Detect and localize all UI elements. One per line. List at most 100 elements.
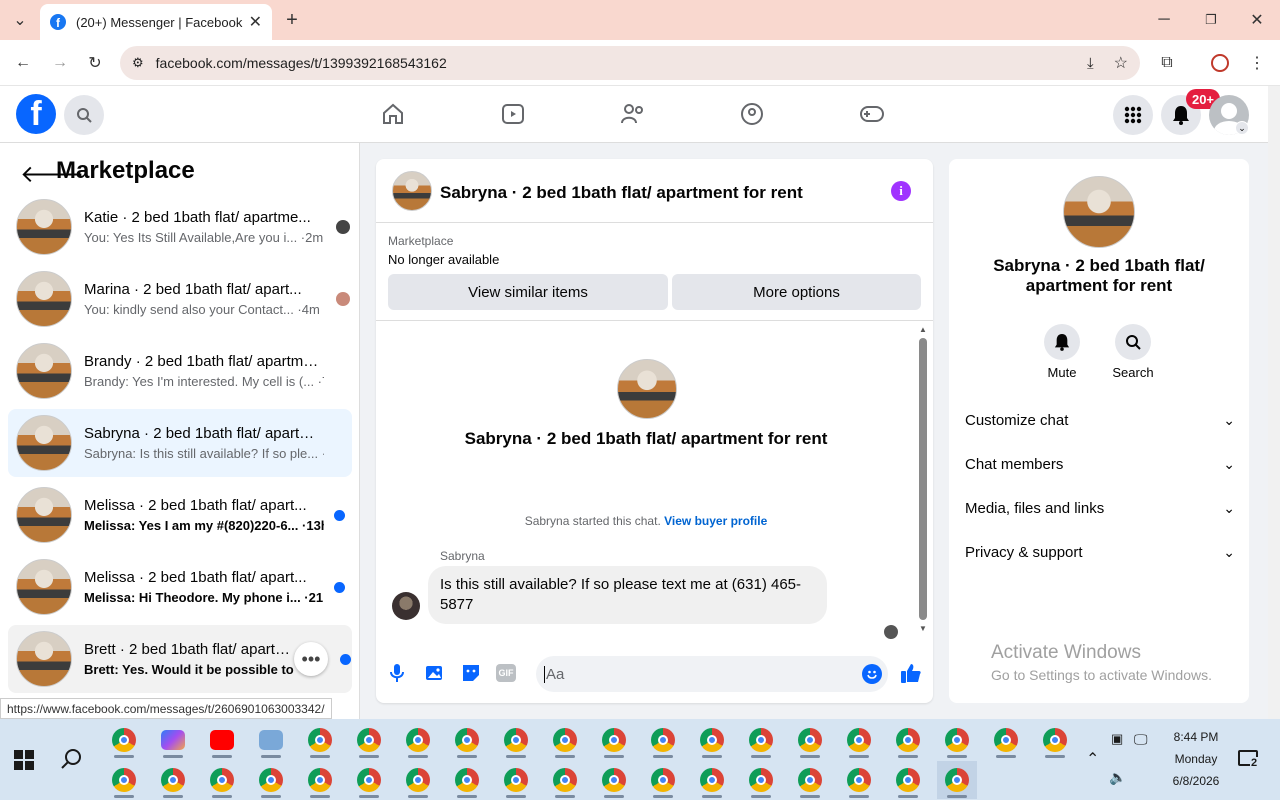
chrome-taskbar-icon[interactable]: [300, 721, 340, 759]
profile-icon[interactable]: [1211, 54, 1229, 72]
reload-icon[interactable]: ↻: [81, 49, 109, 77]
chrome-taskbar-icon[interactable]: [349, 721, 389, 759]
search-label[interactable]: Search: [1103, 365, 1163, 380]
search-conversation-icon[interactable]: [1115, 324, 1151, 360]
thumbs-up-icon[interactable]: [900, 662, 922, 689]
menu-grid-icon[interactable]: [1113, 95, 1153, 135]
chrome-taskbar-icon[interactable]: [447, 721, 487, 759]
chrome-taskbar-icon[interactable]: [545, 761, 585, 799]
chrome-taskbar-icon[interactable]: [986, 721, 1026, 759]
chrome-taskbar-icon[interactable]: [300, 761, 340, 799]
close-window-icon[interactable]: ✕: [1243, 6, 1271, 34]
view-similar-items-button[interactable]: View similar items: [388, 274, 668, 310]
chrome-taskbar-icon[interactable]: [937, 721, 977, 759]
chrome-taskbar-icon[interactable]: [594, 721, 634, 759]
forward-arrow-icon[interactable]: →: [46, 49, 74, 77]
chrome-taskbar-icon[interactable]: [692, 721, 732, 759]
browser-tab[interactable]: f (20+) Messenger | Facebook ✕: [40, 4, 272, 40]
chrome-taskbar-icon[interactable]: [643, 761, 683, 799]
chrome-taskbar-icon[interactable]: [839, 721, 879, 759]
tab-close-icon[interactable]: ✕: [249, 12, 262, 32]
chrome-taskbar-icon[interactable]: [741, 761, 781, 799]
chrome-taskbar-icon[interactable]: [888, 721, 928, 759]
conversation-item[interactable]: Katie · 2 bed 1bath flat/ apartme... You:…: [8, 193, 352, 261]
mute-bell-icon[interactable]: [1044, 324, 1080, 360]
friends-icon[interactable]: [618, 99, 648, 129]
page-scrollbar[interactable]: [1268, 86, 1280, 719]
conversation-item-selected[interactable]: Sabryna · 2 bed 1bath flat/ apartm... Sab…: [8, 409, 352, 477]
chat-listing-thumbnail[interactable]: [392, 171, 432, 211]
home-icon[interactable]: [378, 99, 408, 129]
copilot-icon[interactable]: [153, 721, 193, 759]
emoji-icon[interactable]: [862, 664, 882, 684]
microphone-icon[interactable]: [390, 663, 408, 685]
conversation-item[interactable]: Melissa · 2 bed 1bath flat/ apart... Meli…: [8, 481, 352, 549]
chrome-taskbar-icon[interactable]: [839, 761, 879, 799]
tab-list-chevron-icon[interactable]: ⌄: [6, 6, 34, 34]
url-bar[interactable]: ⚙ facebook.com/messages/t/13993921685431…: [120, 46, 1140, 80]
conversation-item[interactable]: Marina · 2 bed 1bath flat/ apart... You: …: [8, 265, 352, 333]
conversation-item[interactable]: Brandy · 2 bed 1bath flat/ apartme... Bra…: [8, 337, 352, 405]
chrome-taskbar-icon[interactable]: [545, 721, 585, 759]
chrome-taskbar-icon[interactable]: [1035, 721, 1075, 759]
clock-day[interactable]: Monday: [1160, 752, 1232, 766]
chrome-taskbar-icon[interactable]: [202, 761, 242, 799]
photo-attach-icon[interactable]: [425, 663, 445, 688]
gaming-icon[interactable]: [857, 99, 887, 129]
chrome-taskbar-icon[interactable]: [594, 761, 634, 799]
chrome-taskbar-icon[interactable]: [496, 761, 536, 799]
facebook-logo[interactable]: f: [16, 94, 56, 134]
chat-title[interactable]: Sabryna · 2 bed 1bath flat/ apartment fo…: [440, 183, 803, 203]
site-info-icon[interactable]: ⚙: [132, 55, 144, 71]
paint-app-icon[interactable]: [251, 721, 291, 759]
chrome-taskbar-icon[interactable]: [937, 761, 977, 799]
conversation-item[interactable]: Brett · 2 bed 1bath flat/ apartm... Brett…: [8, 625, 352, 693]
chrome-taskbar-icon[interactable]: [447, 761, 487, 799]
more-options-button[interactable]: More options: [672, 274, 921, 310]
chrome-taskbar-icon[interactable]: [888, 761, 928, 799]
youtube-icon[interactable]: [202, 721, 242, 759]
chrome-taskbar-icon[interactable]: [104, 761, 144, 799]
clock-time[interactable]: 8:44 PM: [1160, 730, 1232, 744]
chrome-taskbar-icon[interactable]: [398, 761, 438, 799]
taskbar-search-icon[interactable]: [60, 747, 84, 776]
account-chevron-icon[interactable]: ⌄: [1235, 121, 1249, 135]
customize-chat-section[interactable]: Customize chat ⌄: [965, 398, 1235, 442]
windows-start-icon[interactable]: [14, 750, 34, 770]
chrome-taskbar-icon[interactable]: [741, 721, 781, 759]
details-listing-thumbnail[interactable]: [1063, 176, 1135, 248]
chrome-taskbar-icon[interactable]: [496, 721, 536, 759]
tray-expand-chevron-icon[interactable]: ⌃: [1086, 749, 1099, 769]
bookmark-star-icon[interactable]: ☆: [1114, 53, 1128, 73]
network-icon[interactable]: 🖵: [1134, 731, 1148, 748]
minimize-window-icon[interactable]: ─: [1150, 6, 1178, 34]
info-icon[interactable]: i: [891, 181, 911, 201]
privacy-support-section[interactable]: Privacy & support ⌄: [965, 530, 1235, 574]
chrome-taskbar-icon[interactable]: [692, 761, 732, 799]
chrome-taskbar-icon[interactable]: [153, 761, 193, 799]
sticker-icon[interactable]: [461, 663, 481, 688]
chrome-taskbar-icon[interactable]: [790, 721, 830, 759]
groups-icon[interactable]: [737, 99, 767, 129]
browser-menu-icon[interactable]: ⋮: [1243, 49, 1271, 77]
chrome-taskbar-icon[interactable]: [790, 761, 830, 799]
search-icon[interactable]: [64, 95, 104, 135]
clock-date[interactable]: 6/8/2026: [1160, 774, 1232, 788]
sender-avatar[interactable]: [392, 592, 420, 620]
new-tab-button[interactable]: +: [278, 6, 306, 34]
chrome-taskbar-icon[interactable]: [398, 721, 438, 759]
conversation-item[interactable]: Melissa · 2 bed 1bath flat/ apart... Meli…: [8, 553, 352, 621]
more-options-ellipsis-icon[interactable]: •••: [294, 642, 328, 676]
chrome-taskbar-icon[interactable]: [349, 761, 389, 799]
chat-scrollbar[interactable]: ▲ ▼: [916, 325, 930, 635]
gif-icon[interactable]: GIF: [496, 664, 516, 682]
volume-icon[interactable]: 🔈: [1109, 769, 1126, 786]
video-icon[interactable]: [498, 99, 528, 129]
chrome-taskbar-icon[interactable]: [251, 761, 291, 799]
extensions-puzzle-icon[interactable]: ⧉: [1153, 49, 1181, 77]
tray-device-icon[interactable]: ▣: [1111, 731, 1123, 747]
mute-label[interactable]: Mute: [1032, 365, 1092, 380]
view-buyer-profile-link[interactable]: View buyer profile: [664, 514, 767, 528]
chat-members-section[interactable]: Chat members ⌄: [965, 442, 1235, 486]
install-app-icon[interactable]: ⤓: [1087, 55, 1094, 72]
